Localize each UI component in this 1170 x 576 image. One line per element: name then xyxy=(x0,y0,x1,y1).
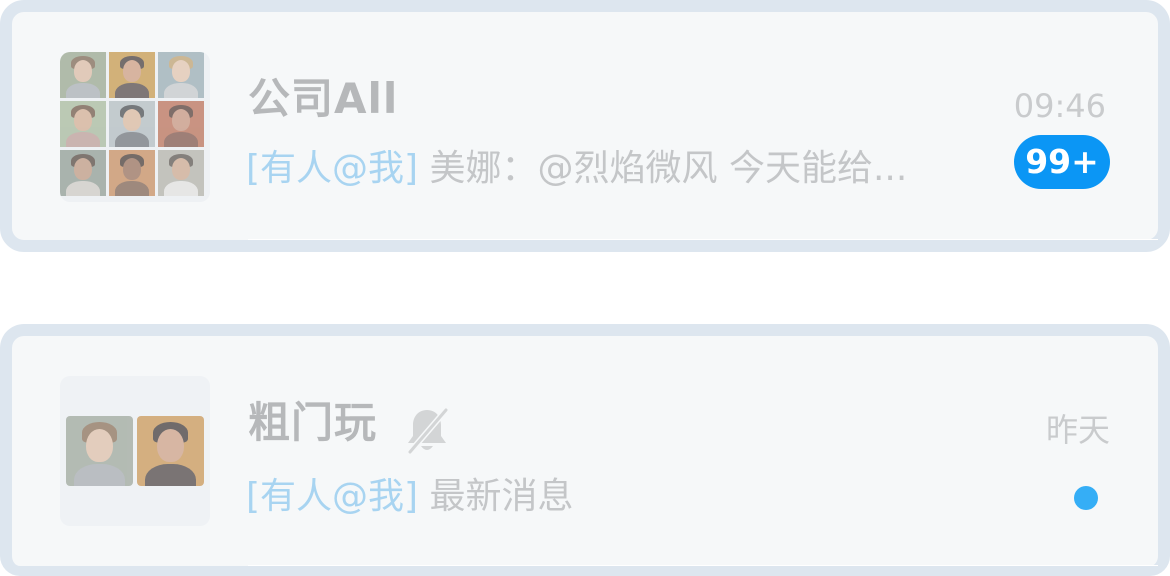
member-avatar xyxy=(158,52,204,98)
member-avatar xyxy=(60,150,106,196)
group-avatar-duo xyxy=(60,376,210,526)
member-avatar xyxy=(158,150,204,196)
conversation-time: 昨天 xyxy=(1045,411,1110,449)
conversation-item-company-all[interactable]: 公司All 09:46 [有人@我] 美娜：@烈焰微风 今天能给... 99+ xyxy=(0,0,1170,252)
group-avatar-grid xyxy=(60,52,210,202)
message-text: 最新消息 xyxy=(418,476,574,517)
message-preview: [有人@我] 最新消息 xyxy=(246,474,1006,520)
mention-tag: [有人@我] xyxy=(246,476,419,517)
unread-count-badge: 99+ xyxy=(1014,135,1110,189)
member-avatar xyxy=(137,416,204,486)
member-avatar xyxy=(60,101,106,147)
bell-off-icon xyxy=(407,407,449,455)
divider xyxy=(248,565,1158,566)
member-avatar xyxy=(158,101,204,147)
conversation-title: 公司All xyxy=(248,74,399,123)
member-avatar xyxy=(60,52,106,98)
conversation-item-cumenwan[interactable]: 粗门玩 昨天 [有人@我] 最新消息 xyxy=(0,324,1170,576)
member-avatar xyxy=(109,52,155,98)
unread-dot xyxy=(1074,486,1098,510)
conversation-time: 09:46 xyxy=(1013,87,1106,125)
message-preview: [有人@我] 美娜：@烈焰微风 今天能给... xyxy=(246,146,1006,192)
member-avatar xyxy=(109,101,155,147)
member-avatar xyxy=(66,416,133,486)
conversation-title: 粗门玩 xyxy=(248,398,378,447)
message-text: 美娜：@烈焰微风 今天能给... xyxy=(418,148,908,189)
mention-tag: [有人@我] xyxy=(246,148,419,189)
divider xyxy=(248,239,1158,240)
member-avatar xyxy=(109,150,155,196)
